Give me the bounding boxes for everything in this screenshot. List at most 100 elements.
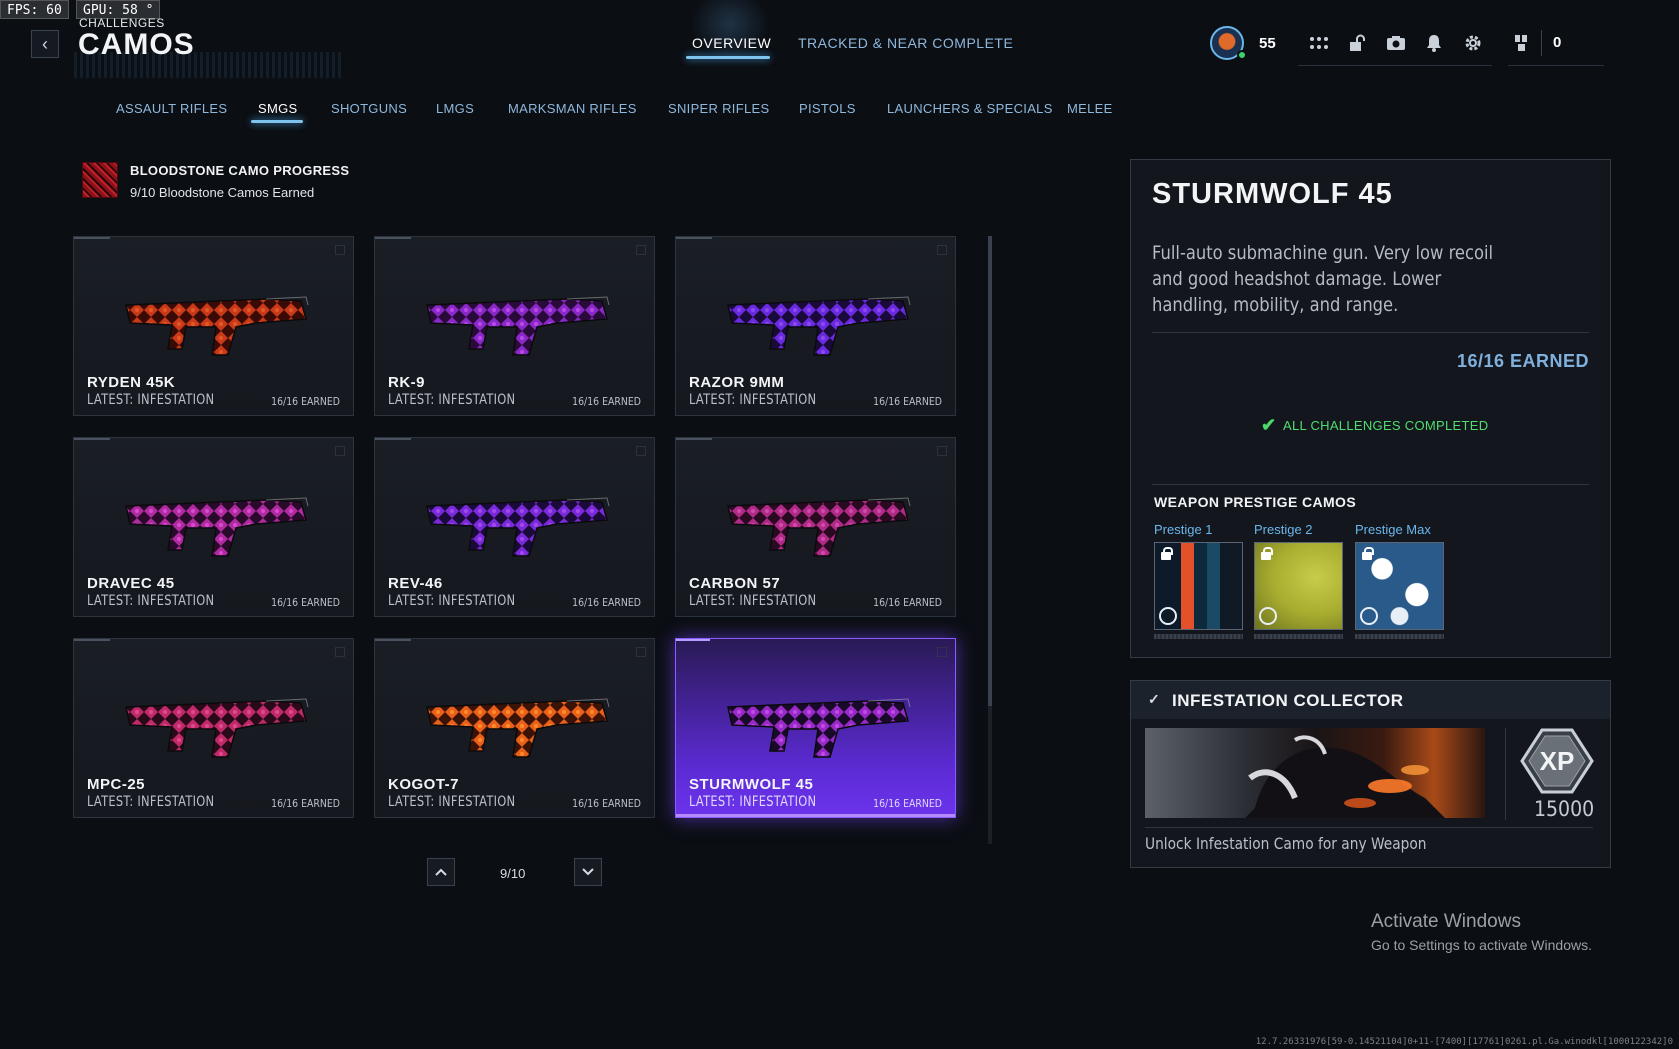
page-up-button[interactable] (427, 858, 455, 886)
weapon-card[interactable]: MPC-25 LATEST: INFESTATION 16/16 EARNED (73, 638, 354, 818)
page-down-button[interactable] (574, 858, 602, 886)
lock-icon (1159, 547, 1173, 561)
weapon-name: RAZOR 9MM (689, 374, 785, 391)
weapon-card[interactable]: REV-46 LATEST: INFESTATION 16/16 EARNED (374, 437, 655, 617)
weapon-card[interactable]: STURMWOLF 45 LATEST: INFESTATION 16/16 EAR… (675, 638, 956, 818)
weapon-image (125, 296, 309, 356)
collector-title: INFESTATION COLLECTOR (1172, 691, 1404, 710)
category-lmgs[interactable]: LMGS (436, 101, 474, 116)
weapon-image (426, 497, 610, 557)
weapon-latest-camo: LATEST: INFESTATION (689, 794, 817, 810)
detail-description: Full-auto submachine gun. Very low recoi… (1152, 242, 1494, 316)
online-status-dot (1237, 50, 1247, 60)
collector-divider (1505, 728, 1506, 820)
camera-icon[interactable] (1385, 32, 1407, 54)
weapon-card[interactable]: RYDEN 45K LATEST: INFESTATION 16/16 EARNED (73, 236, 354, 416)
prestige-camos-title: WEAPON PRESTIGE CAMOS (1154, 494, 1357, 510)
xp-label: XP (1540, 746, 1575, 776)
weapon-name: KOGOT-7 (388, 776, 460, 793)
currency-count: 0 (1553, 34, 1562, 51)
card-corner-icon (937, 446, 947, 456)
card-corner-icon (937, 245, 947, 255)
detail-divider-1 (1152, 332, 1589, 333)
xp-icon: XP (1520, 728, 1594, 794)
scrollbar-thumb[interactable] (988, 236, 992, 706)
prestige-badge-icon (1159, 607, 1177, 625)
weapon-latest-camo: LATEST: INFESTATION (689, 392, 817, 408)
operator-icon[interactable] (1510, 32, 1532, 54)
card-corner-icon (335, 446, 345, 456)
weapon-card[interactable]: DRAVEC 45 LATEST: INFESTATION 16/16 EARNED (73, 437, 354, 617)
fps-readout: FPS: 60 (0, 0, 69, 19)
weapon-earned-count: 16/16 EARNED (873, 395, 942, 408)
card-corner-icon (636, 647, 646, 657)
weapon-earned-count: 16/16 EARNED (572, 797, 641, 810)
weapon-earned-count: 16/16 EARNED (271, 797, 340, 810)
unlock-icon[interactable] (1346, 32, 1368, 54)
prestige-2-tile[interactable] (1254, 542, 1343, 630)
category-marksman-rifles[interactable]: MARKSMAN RIFLES (508, 101, 637, 116)
bloodstone-camo-icon (82, 162, 118, 198)
prestige-max-label: Prestige Max (1355, 522, 1431, 537)
weapon-name: CARBON 57 (689, 575, 781, 592)
header-divider-left (1298, 65, 1492, 66)
category-melee[interactable]: MELEE (1067, 101, 1113, 116)
weapon-image (727, 296, 911, 356)
challenges-status: ALL CHALLENGES COMPLETED (1283, 418, 1489, 433)
prestige-1-tile[interactable] (1154, 542, 1243, 630)
category-pistols[interactable]: PISTOLS (799, 101, 856, 116)
bloodstone-title: BLOODSTONE CAMO PROGRESS (130, 163, 350, 178)
weapon-earned-count: 16/16 EARNED (271, 596, 340, 609)
tab-overview[interactable]: OVERVIEW (692, 35, 771, 51)
weapon-image (426, 296, 610, 356)
weapon-latest-camo: LATEST: INFESTATION (388, 794, 516, 810)
detail-weapon-title: STURMWOLF 45 (1152, 178, 1393, 210)
activate-windows-subtitle: Go to Settings to activate Windows. (1371, 937, 1592, 953)
weapon-earned-count: 16/16 EARNED (572, 395, 641, 408)
apps-grid-icon[interactable] (1308, 32, 1330, 54)
prestige-badge-icon (1360, 607, 1378, 625)
prestige-2-progress (1254, 634, 1343, 639)
category-sniper-rifles[interactable]: SNIPER RIFLES (668, 101, 769, 116)
weapon-earned-count: 16/16 EARNED (572, 596, 641, 609)
category-assault-rifles[interactable]: ASSAULT RIFLES (116, 101, 227, 116)
prestige-max-tile[interactable] (1355, 542, 1444, 630)
prestige-1-progress (1154, 634, 1243, 639)
header-separator (1541, 30, 1542, 56)
weapon-latest-camo: LATEST: INFESTATION (87, 794, 215, 810)
detail-divider-2 (1152, 484, 1589, 485)
weapon-earned-count: 16/16 EARNED (873, 596, 942, 609)
category-launchers-specials[interactable]: LAUNCHERS & SPECIALS (887, 101, 1053, 116)
weapon-card[interactable]: CARBON 57 LATEST: INFESTATION 16/16 EARNED (675, 437, 956, 617)
weapon-latest-camo: LATEST: INFESTATION (87, 392, 215, 408)
back-button[interactable]: ‹ (31, 30, 59, 58)
weapon-image (125, 497, 309, 557)
prestige-1-label: Prestige 1 (1154, 522, 1213, 537)
lock-icon (1259, 547, 1273, 561)
weapon-card[interactable]: RAZOR 9MM LATEST: INFESTATION 16/16 EARNED (675, 236, 956, 416)
weapon-earned-count: 16/16 EARNED (271, 395, 340, 408)
player-level: 55 (1259, 35, 1276, 52)
weapon-card[interactable]: RK-9 LATEST: INFESTATION 16/16 EARNED (374, 236, 655, 416)
card-corner-icon (636, 446, 646, 456)
weapon-image (727, 497, 911, 557)
prestige-2-label: Prestige 2 (1254, 522, 1313, 537)
category-smgs[interactable]: SMGS (258, 101, 297, 116)
page-indicator: 9/10 (500, 866, 526, 881)
bell-icon[interactable] (1423, 32, 1445, 54)
category-shotguns[interactable]: SHOTGUNS (331, 101, 407, 116)
prestige-badge-icon (1259, 607, 1277, 625)
card-corner-icon (636, 245, 646, 255)
weapon-card[interactable]: KOGOT-7 LATEST: INFESTATION 16/16 EARNED (374, 638, 655, 818)
infestation-collector-image (1145, 728, 1485, 818)
tab-tracked-near-complete[interactable]: TRACKED & NEAR COMPLETE (798, 35, 1013, 51)
weapon-latest-camo: LATEST: INFESTATION (689, 593, 817, 609)
check-icon: ✓ (1148, 691, 1160, 707)
header-divider-right (1508, 65, 1604, 66)
back-icon: ‹ (42, 33, 48, 54)
gear-icon[interactable] (1462, 32, 1484, 54)
card-corner-icon (937, 647, 947, 657)
tab-glow (690, 0, 770, 60)
weapon-name: STURMWOLF 45 (689, 776, 814, 793)
weapon-name: DRAVEC 45 (87, 575, 175, 592)
